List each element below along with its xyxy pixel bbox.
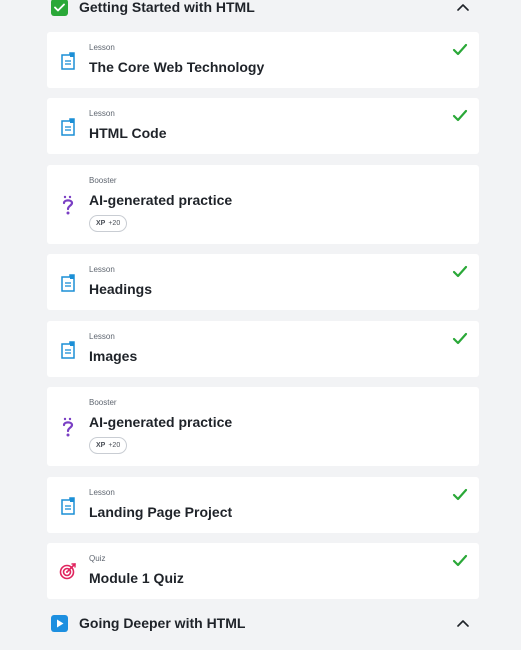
item-kind: Lesson	[89, 109, 115, 118]
xp-label: XP	[96, 442, 106, 449]
check-icon	[452, 109, 468, 122]
item-kind: Lesson	[89, 43, 115, 52]
xp-value: +20	[108, 220, 121, 227]
list-item-booster[interactable]: Booster AI-generated practice XP +20	[47, 387, 479, 466]
xp-value: +20	[108, 442, 121, 449]
lesson-icon	[58, 116, 78, 138]
item-title: AI-generated practice	[89, 414, 233, 430]
item-title: The Core Web Technology	[89, 59, 265, 75]
list-item-lesson[interactable]: Lesson Landing Page Project	[47, 477, 479, 533]
target-icon	[58, 560, 78, 582]
lesson-icon	[58, 272, 78, 294]
item-title: AI-generated practice	[89, 192, 233, 208]
check-icon	[452, 332, 468, 345]
check-icon	[452, 554, 468, 567]
xp-badge: XP +20	[89, 437, 128, 454]
chevron-up-icon[interactable]	[451, 0, 475, 19]
list-item-booster[interactable]: Booster AI-generated practice XP +20	[47, 165, 479, 244]
check-icon	[452, 265, 468, 278]
module-title: Getting Started with HTML	[79, 0, 255, 15]
item-kind: Booster	[89, 398, 117, 407]
list-item-lesson[interactable]: Lesson The Core Web Technology	[47, 32, 479, 88]
item-kind: Lesson	[89, 265, 115, 274]
check-icon	[452, 43, 468, 56]
question-icon	[58, 194, 78, 216]
chevron-up-icon[interactable]	[451, 611, 475, 635]
xp-label: XP	[96, 220, 106, 227]
list-item-quiz[interactable]: Quiz Module 1 Quiz	[47, 543, 479, 599]
xp-badge: XP +20	[89, 215, 128, 232]
item-kind: Lesson	[89, 332, 115, 341]
list-item-lesson[interactable]: Lesson Headings	[47, 254, 479, 310]
lesson-icon	[58, 50, 78, 72]
lesson-icon	[58, 339, 78, 361]
question-icon	[58, 416, 78, 438]
lesson-icon	[58, 495, 78, 517]
module-title: Going Deeper with HTML	[79, 615, 246, 631]
module-header-getting-started[interactable]: Getting Started with HTML	[51, 0, 475, 19]
item-kind: Quiz	[89, 554, 106, 563]
item-title: HTML Code	[89, 125, 167, 141]
play-badge-icon	[51, 614, 68, 632]
item-title: Headings	[89, 281, 153, 297]
list-item-lesson[interactable]: Lesson HTML Code	[47, 98, 479, 154]
item-kind: Lesson	[89, 488, 115, 497]
item-title: Landing Page Project	[89, 504, 233, 520]
item-title: Images	[89, 348, 138, 364]
item-kind: Booster	[89, 176, 117, 185]
list-item-lesson[interactable]: Lesson Images	[47, 321, 479, 377]
check-badge-icon	[51, 0, 68, 16]
module-header-going-deeper[interactable]: Going Deeper with HTML	[51, 611, 475, 635]
check-icon	[452, 488, 468, 501]
item-title: Module 1 Quiz	[89, 570, 184, 586]
